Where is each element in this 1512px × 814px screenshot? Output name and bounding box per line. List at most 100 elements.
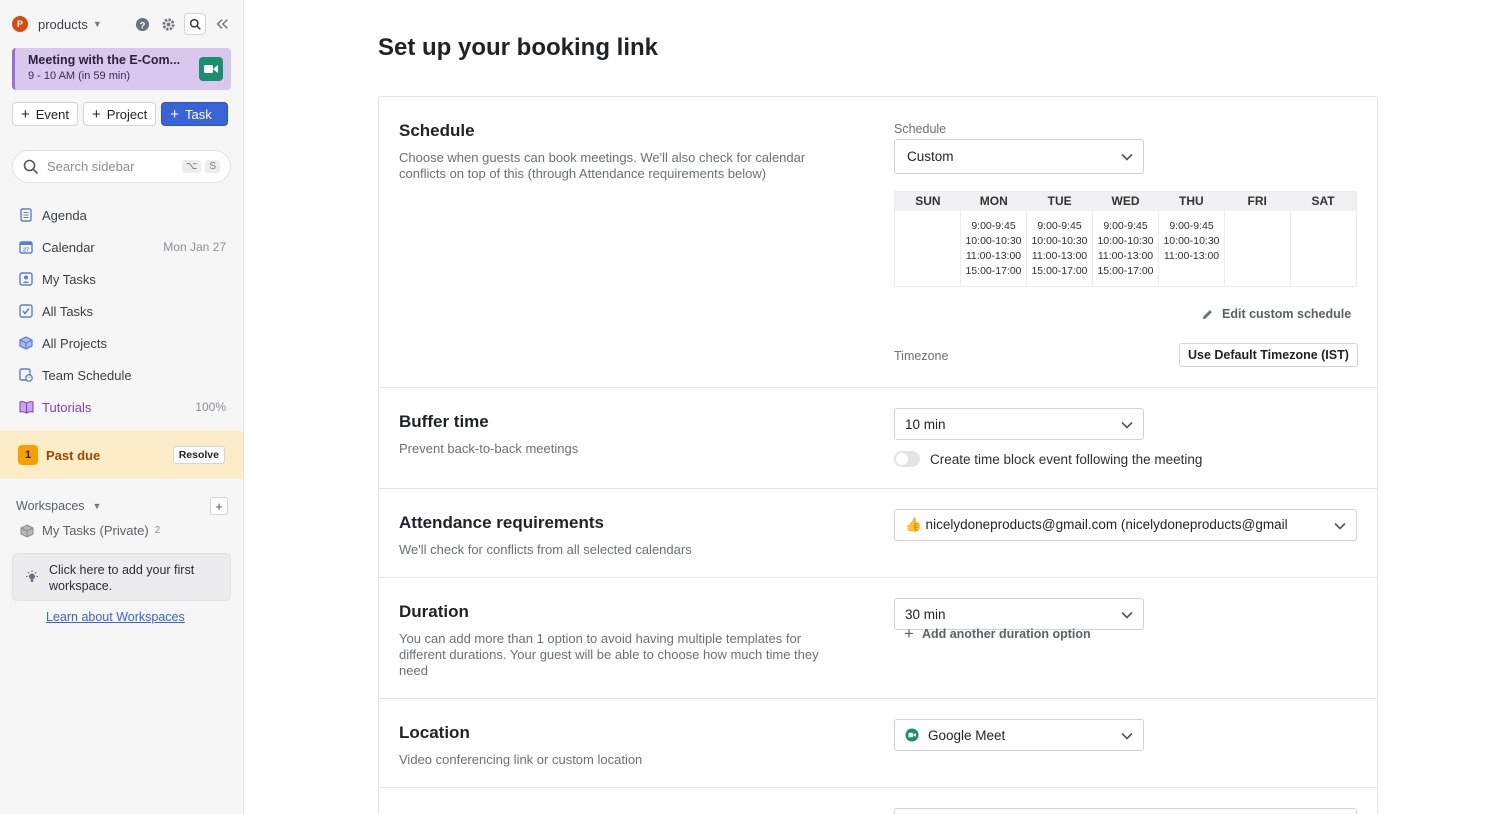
time-slot: 10:00-10:30 [1031,235,1088,247]
weekday-header: WED [1111,194,1140,208]
new-project-button[interactable]: + Project [83,102,157,126]
day-slots-wed: 9:00-9:45 10:00-10:30 11:00-13:00 15:00-… [1093,211,1159,286]
workspaces-header[interactable]: Workspaces ▼ + [16,496,228,516]
chevron-down-icon [1121,417,1133,432]
collapse-sidebar-icon[interactable] [212,14,232,34]
agenda-icon [18,207,34,223]
sidebar-item-label: Tutorials [42,399,92,415]
time-slot: 10:00-10:30 [965,235,1022,247]
checkbox-icon [18,303,34,319]
attendance-title: Attendance requirements [399,513,604,532]
time-slot: 11:00-13:00 [1031,250,1088,262]
search-shortcut: ⌥ S [181,160,220,173]
past-due-banner[interactable]: 1 Past due Resolve [0,431,243,479]
join-video-button[interactable] [199,57,223,81]
day-slots-mon: 9:00-9:45 10:00-10:30 11:00-13:00 15:00-… [961,211,1027,286]
new-task-button[interactable]: + Task [161,102,229,126]
location-title: Location [399,723,470,742]
chevron-down-icon [1324,518,1346,533]
add-duration-option-button[interactable]: + Add another duration option [904,625,1091,642]
schedule-field-label: Schedule [894,122,947,136]
search-icon[interactable] [184,13,206,35]
time-block-toggle-label: Create time block event following the me… [930,451,1203,467]
cube-icon [20,523,34,538]
past-due-label: Past due [46,447,101,463]
sidebar-item-tutorials[interactable]: Tutorials 100% [12,391,232,423]
workspace-caret-icon[interactable]: ▼ [93,19,102,29]
cube-icon [18,335,34,351]
gear-icon[interactable] [158,14,178,34]
tutorials-progress: 100% [195,400,226,414]
time-slot: 9:00-9:45 [1103,220,1148,232]
upcoming-meeting-card[interactable]: Meeting with the E-Com... 9 - 10 AM (in … [12,48,231,90]
sidebar-search[interactable]: Search sidebar ⌥ S [12,150,231,183]
page-title: Set up your booking link [378,34,659,61]
sidebar-topbar: P products ▼ ? [12,12,232,36]
new-event-button[interactable]: + Event [12,102,79,126]
workspaces-caret-icon[interactable]: ▼ [93,501,102,511]
weekday-header: TUE [1047,194,1072,208]
lightbulb-icon [25,570,39,588]
workspace-item-label: My Tasks (Private) [42,523,149,538]
time-slot: 15:00-17:00 [965,265,1022,277]
timezone-label: Timezone [894,349,949,363]
duration-title: Duration [399,602,469,621]
calendar-select[interactable]: 👍 nicelydoneproducts@gmail.com (nicelydo… [894,509,1357,541]
workspace-avatar[interactable]: P [12,16,28,32]
chevron-down-icon [1121,149,1133,164]
chevron-down-icon [1121,728,1133,743]
edit-custom-schedule-link[interactable]: Edit custom schedule [1201,307,1351,321]
time-slot: 11:00-13:00 [965,250,1022,262]
duration-description: You can add more than 1 option to avoid … [399,631,819,678]
buffer-time-section: Buffer time Prevent back-to-back meeting… [379,388,1377,489]
add-workspace-tip[interactable]: Click here to add your first workspace. [12,553,231,601]
weekday-header-row: SUN MON TUE WED THU FRI SAT [895,192,1356,211]
time-block-toggle-row: Create time block event following the me… [894,451,1202,467]
plus-icon: + [92,105,101,123]
time-block-toggle[interactable] [894,451,920,467]
default-timezone-button[interactable]: Use Default Timezone (IST) [1179,343,1358,367]
weekday-header: MON [979,194,1008,208]
sidebar-item-label: All Projects [42,335,108,351]
sidebar-item-label: Team Schedule [42,367,132,383]
location-select[interactable]: Google Meet [894,719,1144,751]
learn-workspaces-link[interactable]: Learn about Workspaces [46,610,185,624]
buffer-time-value: 10 min [905,416,946,432]
workspace-name[interactable]: products [38,17,88,32]
buffer-time-description: Prevent back-to-back meetings [399,441,579,456]
sidebar-item-calendar[interactable]: 27 Calendar Mon Jan 27 [12,231,232,263]
sidebar-item-all-tasks[interactable]: All Tasks [12,295,232,327]
weekly-schedule-table: SUN MON TUE WED THU FRI SAT 9:00-9:45 10… [894,191,1357,287]
buffer-time-select[interactable]: 10 min [894,408,1144,440]
next-field-input[interactable] [894,808,1357,814]
booking-settings-panel: Schedule Choose when guests can book mee… [378,96,1378,814]
resolve-button[interactable]: Resolve [172,446,225,464]
workspace-item-private[interactable]: My Tasks (Private) 2 [20,523,160,538]
sidebar-item-agenda[interactable]: Agenda [12,199,232,231]
search-placeholder: Search sidebar [47,159,135,174]
svg-text:?: ? [139,20,145,30]
sidebar-nav: Agenda 27 Calendar Mon Jan 27 My Tasks A… [12,199,232,423]
schedule-select[interactable]: Custom [894,139,1144,174]
google-meet-icon [905,728,919,742]
location-value: Google Meet [928,727,1006,743]
search-icon [23,159,39,174]
time-slot: 9:00-9:45 [1169,220,1214,232]
sidebar-item-my-tasks[interactable]: My Tasks [12,263,232,295]
add-workspace-button[interactable]: + [210,497,228,515]
workspaces-title: Workspaces [16,499,85,513]
time-slot: 11:00-13:00 [1097,250,1154,262]
past-due-count: 1 [18,445,38,465]
plus-icon: + [904,624,914,643]
time-slot: 10:00-10:30 [1097,235,1154,247]
time-slot: 9:00-9:45 [971,220,1016,232]
time-slot: 9:00-9:45 [1037,220,1082,232]
sidebar-item-team-schedule[interactable]: Team Schedule [12,359,232,391]
day-slots-sun [895,211,961,286]
sidebar-item-label: Calendar [42,239,95,255]
time-slot: 10:00-10:30 [1163,235,1220,247]
help-icon[interactable]: ? [132,14,152,34]
weekday-header: THU [1179,194,1204,208]
sidebar-item-all-projects[interactable]: All Projects [12,327,232,359]
schedule-description: Choose when guests can book meetings. We… [399,150,806,181]
